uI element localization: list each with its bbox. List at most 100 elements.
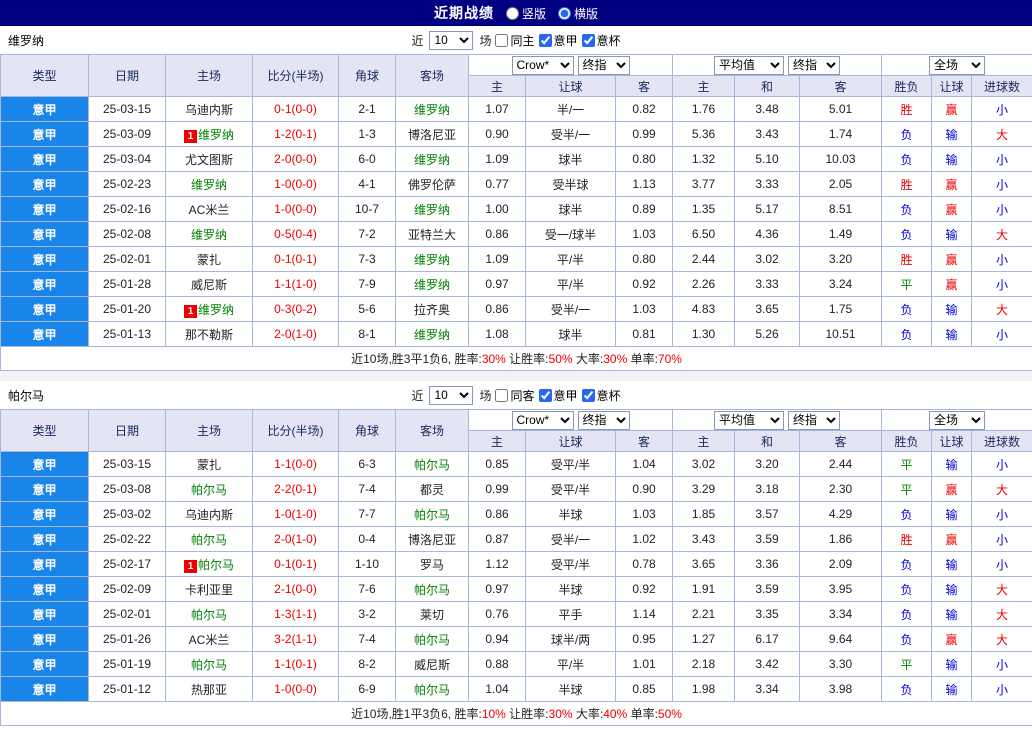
col-score: 比分(半场) [252,409,339,452]
match-row: 意甲 25-02-23 维罗纳 1-0(0-0) 4-1 佛罗伦萨 0.77 受半球 1.13 3… [0,171,1032,197]
avg-away-cell: 2.44 [798,451,883,477]
odds-away-cell: 0.80 [615,146,673,172]
odds-home-cell: 0.90 [468,121,526,147]
away-team-cell: 维罗纳 [395,146,469,172]
filter-checkbox-cup[interactable]: 意杯 [581,387,621,404]
horizontal-radio-input[interactable] [558,6,571,20]
avg-away-cell: 1.49 [798,221,883,247]
avg-final-select[interactable]: 终指 [788,55,841,75]
filter-checkbox-cup[interactable]: 意杯 [581,32,621,49]
summary-segment: 大率: [572,707,604,721]
avg-draw-cell: 3.42 [734,651,800,677]
league-checkbox[interactable] [538,388,552,402]
summary-segment: 让胜率: [505,352,549,366]
col-odds-away: 客 [615,430,673,452]
layout-radio-horizontal[interactable]: 横版 [558,5,598,22]
avg-select-group: 平均值 终指 [671,54,883,76]
score-cell: 2-0(1-0) [252,321,339,347]
result-goals-cell: 大 [971,601,1032,627]
result-handicap-cell: 输 [931,551,973,577]
col-type: 类型 [0,409,89,452]
filter-checkbox-league[interactable]: 意甲 [538,387,578,404]
league-cell: 意甲 [0,321,89,347]
red-card-badge: 1 [183,559,197,573]
scope-select[interactable]: 全场 [929,55,986,75]
match-row: 意甲 25-01-13 那不勒斯 2-0(1-0) 8-1 维罗纳 1.08 球半 0.81 1.… [0,321,1032,347]
home-team-cell: 卡利亚里 [165,576,253,602]
recent-count-select[interactable]: 10 [429,30,474,50]
result-handicap-cell: 输 [931,501,973,527]
team-label: 维罗纳 [413,327,450,342]
odds-source-select[interactable]: Crow* [511,55,574,75]
result-handicap-cell: 输 [931,146,973,172]
result-goals-cell: 小 [971,196,1032,222]
result-handicap-cell: 赢 [931,271,973,297]
avg-select-group: 平均值 终指 [671,409,883,431]
col-result-goals: 进球数 [971,75,1032,97]
team-label: 尤文图斯 [184,152,233,167]
corner-cell: 1-10 [338,551,396,577]
avg-away-cell: 10.03 [798,146,883,172]
team-label: 卡利亚里 [184,582,233,597]
col-avg-away: 客 [798,430,883,452]
away-team-cell: 帕尔马 [395,451,469,477]
avg-source-select[interactable]: 平均值 [714,55,785,75]
score-cell: 3-2(1-1) [252,626,339,652]
away-team-cell: 维罗纳 [395,271,469,297]
filter-checkbox-league[interactable]: 意甲 [538,32,578,49]
match-row: 意甲 25-03-02 乌迪内斯 1-0(1-0) 7-7 帕尔马 0.86 半球 1.03 1.… [0,501,1032,527]
cup-checkbox[interactable] [581,33,595,47]
home-team-cell: 1 帕尔马 [165,551,253,577]
odds-away-cell: 1.03 [615,296,673,322]
result-wdl-cell: 平 [881,271,933,297]
team-label: 维罗纳 [190,177,227,192]
odds-final-select[interactable]: 终指 [577,410,630,430]
corner-cell: 7-7 [338,501,396,527]
vertical-radio-input[interactable] [505,6,519,20]
filter-checkbox-same-venue[interactable]: 同客 [495,387,535,404]
avg-away-cell: 3.98 [798,676,883,702]
result-wdl-cell: 胜 [881,526,933,552]
league-cell: 意甲 [0,501,89,527]
odds-home-cell: 1.08 [468,321,526,347]
col-result-wdl: 胜负 [881,75,933,97]
same-venue-checkbox[interactable] [495,388,509,402]
league-cell: 意甲 [0,146,89,172]
corner-cell: 1-3 [338,121,396,147]
summary-segment: 让胜率: [505,707,549,721]
result-goals-cell: 小 [971,146,1032,172]
handicap-cell: 球半 [525,196,616,222]
scope-select[interactable]: 全场 [929,410,986,430]
home-team-cell: 乌迪内斯 [165,96,253,122]
avg-source-select[interactable]: 平均值 [714,410,785,430]
odds-home-cell: 0.97 [468,576,526,602]
layout-radio-vertical[interactable]: 竖版 [505,5,546,22]
league-checkbox[interactable] [538,33,552,47]
col-corner: 角球 [338,409,396,452]
avg-away-cell: 3.34 [798,601,883,627]
odds-final-select[interactable]: 终指 [577,55,630,75]
filter-bar: 维罗纳 近 10 场 同主 意甲 意杯 [0,26,1032,54]
recent-count-select[interactable]: 10 [429,385,474,405]
odds-home-cell: 0.76 [468,601,526,627]
games-label: 场 [479,388,492,403]
summary-segment: 近10场,胜1平3负6, 胜率: [351,707,482,721]
team-label: 蒙扎 [196,457,221,472]
handicap-cell: 受半球 [525,171,616,197]
col-avg-draw: 和 [734,430,800,452]
red-card-badge: 1 [183,304,197,318]
filter-checkbox-same-venue[interactable]: 同主 [495,32,535,49]
match-row: 意甲 25-02-01 帕尔马 1-3(1-1) 3-2 莱切 0.76 平手 1.14 2.21… [0,601,1032,627]
away-team-cell: 帕尔马 [395,576,469,602]
date-cell: 25-01-20 [88,296,166,322]
cup-checkbox[interactable] [581,388,595,402]
same-venue-checkbox[interactable] [495,33,509,47]
odds-home-cell: 0.85 [468,451,526,477]
odds-source-select[interactable]: Crow* [511,410,574,430]
match-row: 意甲 25-03-15 乌迪内斯 0-1(0-0) 2-1 维罗纳 1.07 半/一 0.82 1… [0,96,1032,122]
odds-home-cell: 0.87 [468,526,526,552]
result-handicap-cell: 输 [931,296,973,322]
summary-segment: 30% [481,352,506,366]
score-cell: 1-0(0-0) [252,171,339,197]
avg-final-select[interactable]: 终指 [788,410,841,430]
